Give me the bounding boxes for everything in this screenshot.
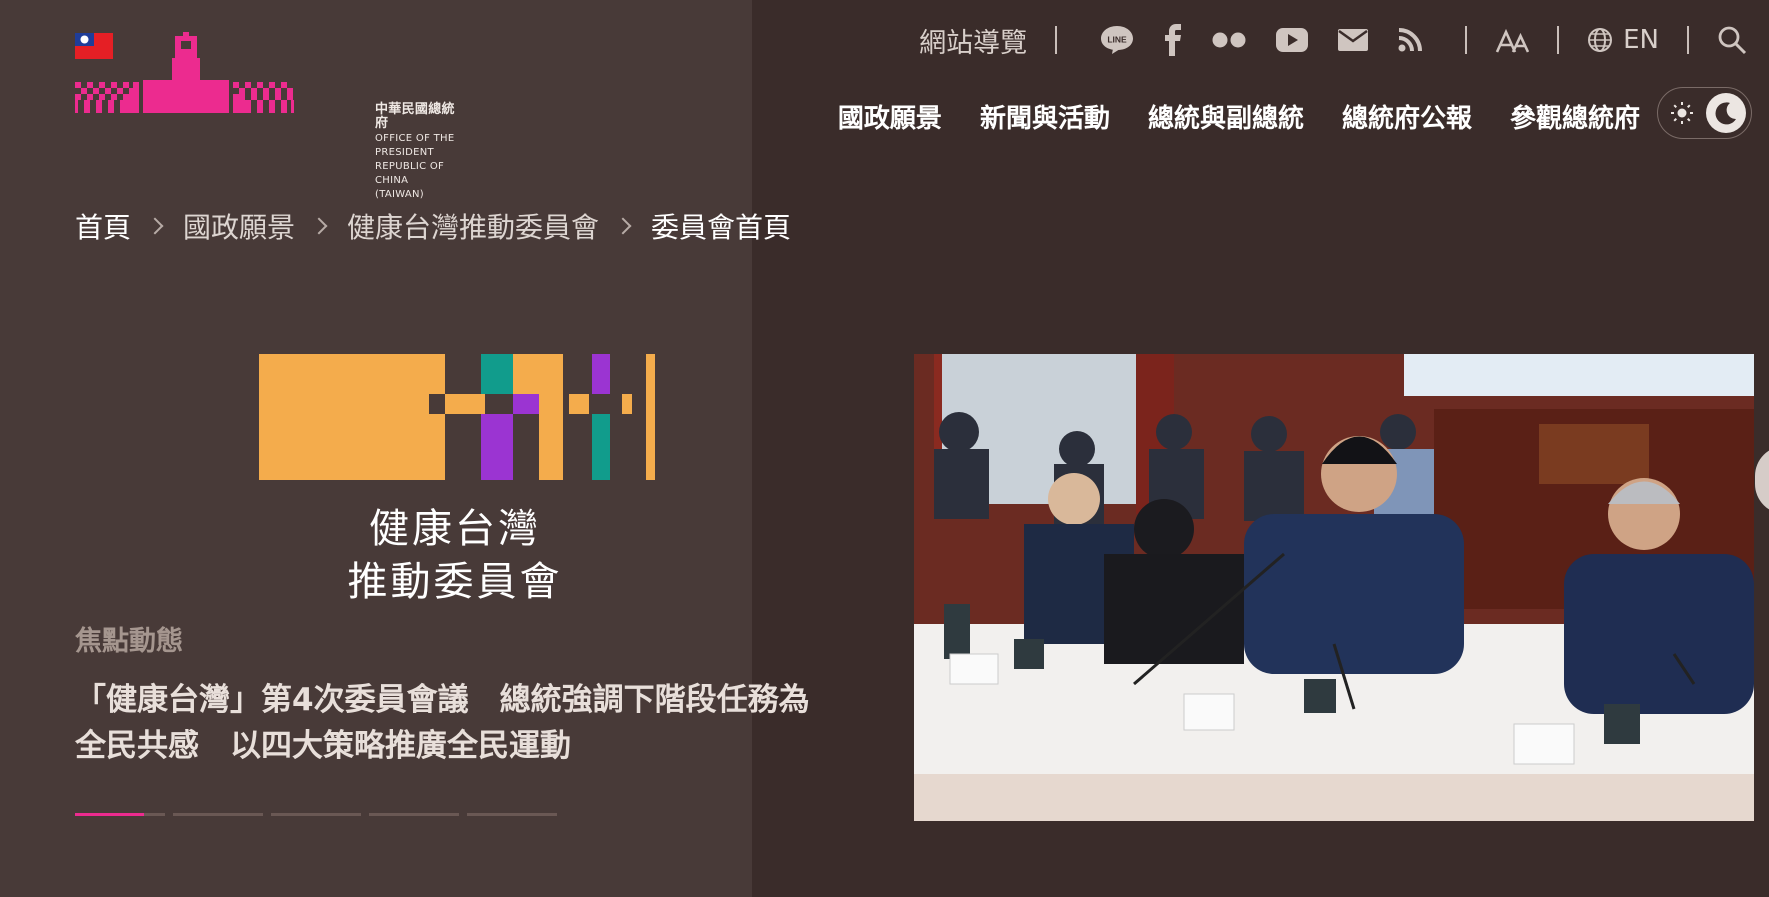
logo-name-en-line1: OFFICE OF THE PRESIDENT: [375, 133, 455, 158]
breadcrumb-home[interactable]: 首頁: [75, 206, 131, 246]
logo-name-zh: 中華民國總統府: [375, 102, 455, 131]
logo-name-en-line2: REPUBLIC OF CHINA (TAIWAN): [375, 161, 445, 200]
line-icon[interactable]: LINE: [1099, 24, 1135, 56]
nav-item-visit[interactable]: 參觀總統府: [1510, 98, 1640, 135]
svg-text:LINE: LINE: [1107, 35, 1127, 45]
divider: [1687, 26, 1689, 54]
chevron-right-icon: [614, 217, 632, 235]
font-size-icon[interactable]: [1495, 26, 1530, 54]
focus-label: 焦點動態: [75, 626, 183, 657]
moon-icon: [1715, 102, 1736, 125]
globe-icon: [1588, 28, 1613, 52]
breadcrumb: 首頁 國政願景 健康台灣推動委員會 委員會首頁: [75, 206, 791, 246]
facebook-icon[interactable]: [1163, 24, 1183, 56]
chevron-right-icon: [310, 217, 328, 235]
news-headline-link[interactable]: 「健康台灣」第4次委員會議 總統強調下階段任務為全民共感 以四大策略推廣全民運動: [75, 677, 835, 769]
logo-text: 中華民國總統府 OFFICE OF THE PRESIDENT REPUBLIC…: [375, 103, 455, 202]
slide-indicator[interactable]: [173, 813, 263, 816]
breadcrumb-committee[interactable]: 健康台灣推動委員會: [347, 206, 599, 246]
flickr-icon[interactable]: [1211, 30, 1247, 50]
rss-icon[interactable]: [1397, 27, 1423, 53]
divider: [1465, 26, 1468, 54]
youtube-icon[interactable]: [1275, 27, 1309, 53]
slide-indicator[interactable]: [467, 813, 557, 816]
utility-bar: 網站導覽 LINE EN: [820, 18, 1747, 62]
language-label: EN: [1623, 25, 1659, 55]
nav-item-president[interactable]: 總統與副總統: [1148, 98, 1304, 135]
slide-indicator[interactable]: [271, 813, 361, 816]
site-logo[interactable]: 中華民國總統府 OFFICE OF THE PRESIDENT REPUBLIC…: [75, 30, 455, 200]
search-icon[interactable]: [1717, 25, 1747, 55]
sun-icon: [1671, 102, 1693, 124]
slide-indicator[interactable]: [369, 813, 459, 816]
committee-name: 健康台灣 推動委員會: [300, 503, 610, 609]
email-icon[interactable]: [1337, 28, 1369, 52]
presidential-office-logo-icon: [75, 32, 294, 113]
hero-photo[interactable]: [914, 354, 1754, 821]
sitemap-link[interactable]: 網站導覽: [919, 21, 1027, 60]
chevron-right-icon: [146, 217, 164, 235]
meeting-photo: [914, 354, 1754, 821]
language-switch[interactable]: EN: [1587, 25, 1659, 55]
breadcrumb-current: 委員會首頁: [651, 211, 792, 244]
nav-item-news[interactable]: 新聞與活動: [980, 98, 1110, 135]
main-nav: 國政願景 新聞與活動 總統與副總統 總統府公報 參觀總統府: [760, 94, 1640, 138]
healthy-taiwan-logo-icon: [259, 354, 655, 480]
theme-toggle[interactable]: [1657, 87, 1752, 139]
breadcrumb-vision[interactable]: 國政願景: [183, 206, 295, 246]
nav-item-gazette[interactable]: 總統府公報: [1342, 98, 1472, 135]
committee-name-line1: 健康台灣: [369, 506, 541, 552]
slider-pagination: [75, 813, 557, 816]
divider: [1557, 26, 1560, 54]
next-slide-handle[interactable]: [1755, 446, 1769, 514]
committee-name-line2: 推動委員會: [347, 559, 563, 605]
slide-indicator[interactable]: [75, 813, 165, 816]
nav-item-vision[interactable]: 國政願景: [838, 98, 942, 135]
divider: [1055, 26, 1058, 54]
dark-mode-button[interactable]: [1706, 93, 1746, 133]
